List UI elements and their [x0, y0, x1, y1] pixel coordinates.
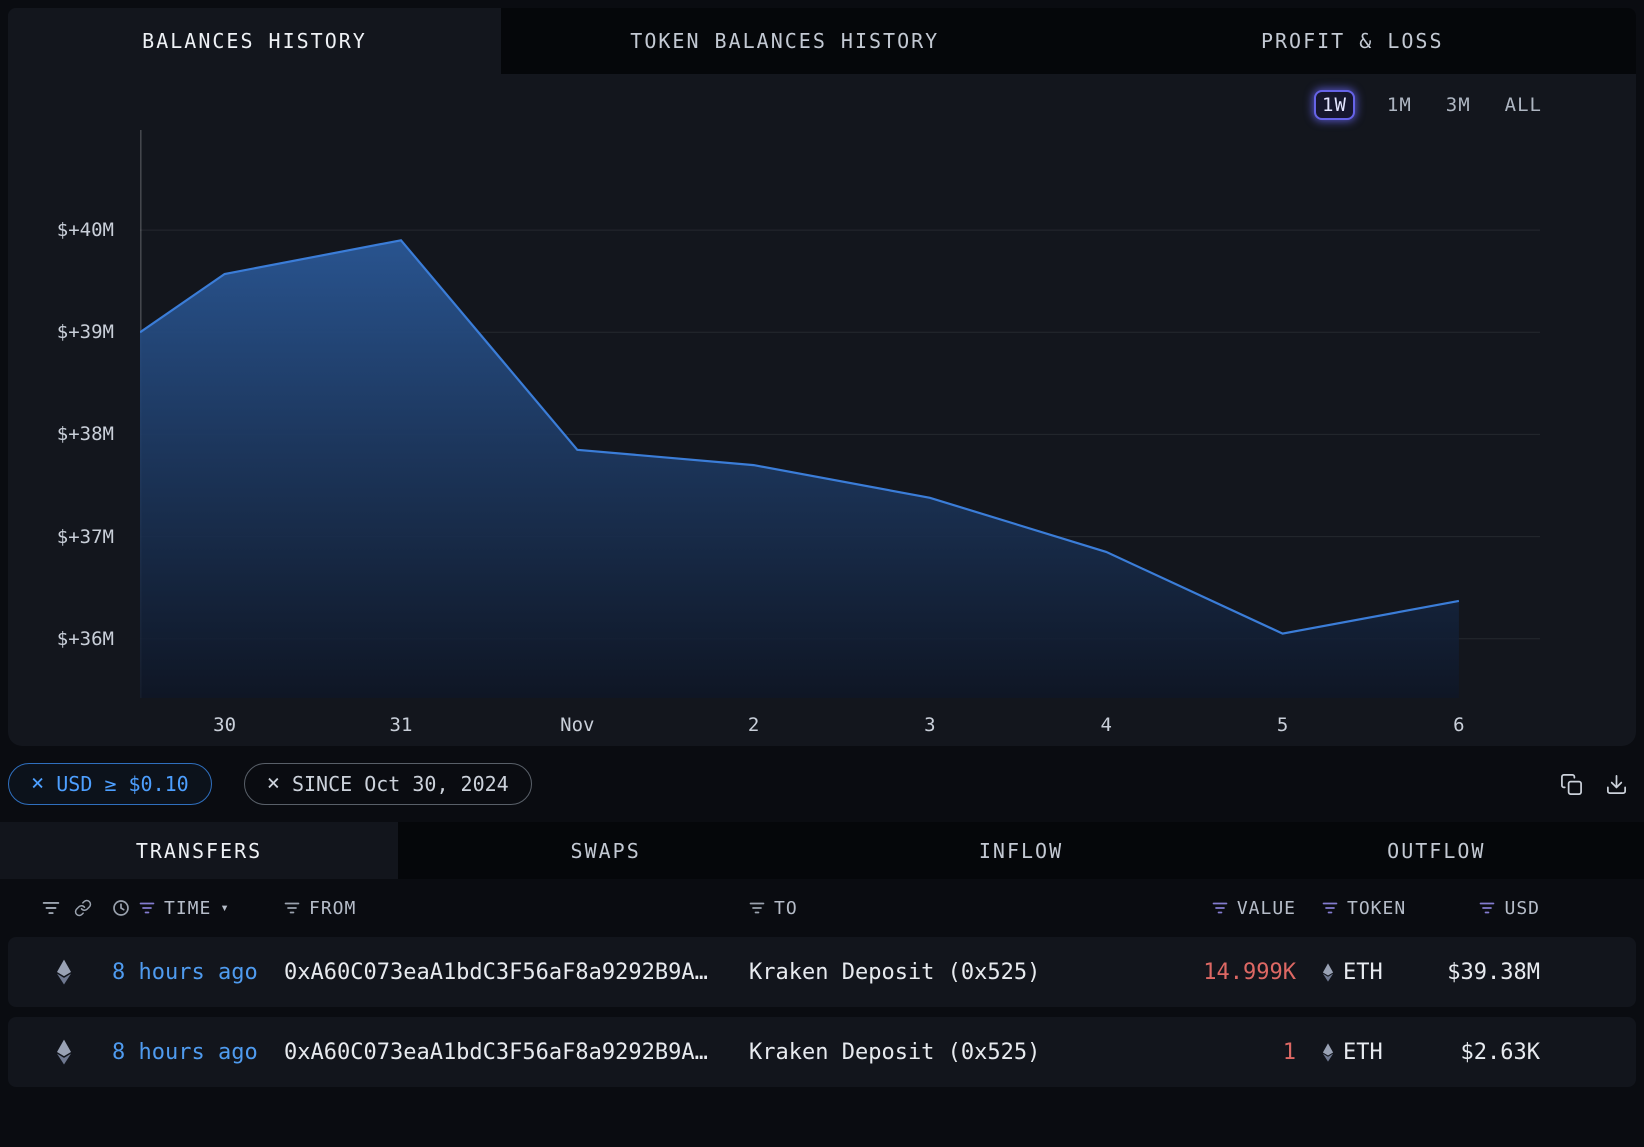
column-filter-icon[interactable] — [1322, 900, 1338, 916]
column-filter-icon[interactable] — [1479, 900, 1495, 916]
column-label: USD — [1504, 898, 1540, 919]
link-icon[interactable] — [74, 899, 92, 917]
transfer-to-entity[interactable]: Kraken Deposit (0x525) — [749, 1040, 1086, 1065]
transfer-from-address[interactable]: 0xA60C073eaA1bdC3F56aF8a9292B9A… — [284, 1040, 749, 1065]
clock-icon — [112, 899, 130, 917]
x-tick-label: Nov — [560, 714, 594, 736]
tab-balances-history[interactable]: BALANCES HISTORY — [8, 8, 501, 74]
tab-label: TOKEN BALANCES HISTORY — [630, 29, 939, 53]
tab-outflow[interactable]: OUTFLOW — [1229, 822, 1644, 879]
column-label: TIME — [164, 898, 211, 919]
tab-label: TRANSFERS — [136, 839, 262, 863]
tab-label: PROFIT & LOSS — [1261, 29, 1444, 53]
chart-tab-bar: BALANCES HISTORY TOKEN BALANCES HISTORY … — [8, 8, 1636, 74]
filter-funnel-icon[interactable] — [42, 899, 60, 917]
tab-profit-loss[interactable]: PROFIT & LOSS — [1069, 8, 1637, 74]
tab-token-balances-history[interactable]: TOKEN BALANCES HISTORY — [501, 8, 1069, 74]
transfer-value: 14.999K — [1086, 960, 1296, 985]
y-tick-label: $+40M — [57, 219, 114, 241]
range-button-3m[interactable]: 3M — [1444, 92, 1473, 118]
x-tick-label: 31 — [390, 714, 413, 736]
time-range-selector: 1W 1M 3M ALL — [8, 88, 1544, 122]
tab-label: BALANCES HISTORY — [142, 29, 367, 53]
filter-chip-since[interactable]: × SINCE Oct 30, 2024 — [244, 763, 532, 805]
transfer-value: 1 — [1086, 1040, 1296, 1065]
column-header-token[interactable]: TOKEN — [1296, 898, 1411, 919]
x-tick-label: 30 — [213, 714, 236, 736]
column-filter-icon[interactable] — [749, 900, 765, 916]
x-tick-label: 6 — [1453, 714, 1464, 736]
page: BALANCES HISTORY TOKEN BALANCES HISTORY … — [0, 8, 1644, 1087]
plot-area — [140, 130, 1540, 698]
column-filter-icon[interactable] — [1212, 900, 1228, 916]
column-filter-icon[interactable] — [139, 900, 155, 916]
transfer-token: ETH — [1296, 960, 1411, 985]
column-label: TO — [774, 898, 798, 919]
column-filter-icon[interactable] — [284, 900, 300, 916]
transfer-row[interactable]: 8 hours ago 0xA60C073eaA1bdC3F56aF8a9292… — [8, 937, 1636, 1007]
table-tab-bar: TRANSFERS SWAPS INFLOW OUTFLOW — [0, 822, 1644, 879]
copy-icon[interactable] — [1560, 773, 1583, 796]
download-icon[interactable] — [1605, 773, 1628, 796]
transfer-usd: $39.38M — [1411, 960, 1540, 985]
table-actions — [1560, 773, 1628, 796]
transfer-row[interactable]: 8 hours ago 0xA60C073eaA1bdC3F56aF8a9292… — [8, 1017, 1636, 1087]
filter-chip-usd[interactable]: × USD ≥ $0.10 — [8, 763, 212, 805]
column-label: FROM — [309, 898, 356, 919]
remove-filter-icon[interactable]: × — [267, 773, 280, 795]
column-header-usd[interactable]: USD — [1411, 898, 1540, 919]
filter-chip-label: USD ≥ $0.10 — [56, 772, 188, 796]
x-tick-label: 3 — [924, 714, 935, 736]
sort-caret-icon[interactable]: ▾ — [220, 900, 229, 916]
x-axis-labels: 30 31 Nov 2 3 4 5 6 — [140, 714, 1540, 742]
eth-icon — [56, 1039, 72, 1065]
tab-label: INFLOW — [979, 839, 1063, 863]
transfer-time-link[interactable]: 8 hours ago — [104, 1040, 284, 1065]
balance-chart-svg — [140, 130, 1540, 698]
column-label: TOKEN — [1347, 898, 1406, 919]
tab-swaps[interactable]: SWAPS — [398, 822, 813, 879]
range-button-1w[interactable]: 1W — [1314, 90, 1355, 120]
eth-icon — [1322, 963, 1334, 982]
y-axis-labels: $+40M $+39M $+38M $+37M $+36M — [8, 130, 126, 698]
tab-transfers[interactable]: TRANSFERS — [0, 822, 398, 879]
column-header-time[interactable]: TIME ▾ — [104, 898, 284, 919]
column-header-to[interactable]: TO — [749, 898, 1086, 919]
filter-bar: × USD ≥ $0.10 × SINCE Oct 30, 2024 — [8, 760, 1628, 808]
range-button-1m[interactable]: 1M — [1385, 92, 1414, 118]
column-header-value[interactable]: VALUE — [1086, 898, 1296, 919]
y-tick-label: $+38M — [57, 423, 114, 445]
transfer-to-entity[interactable]: Kraken Deposit (0x525) — [749, 960, 1086, 985]
transfer-token: ETH — [1296, 1040, 1411, 1065]
balance-chart[interactable]: $+40M $+39M $+38M $+37M $+36M 30 31 Nov 2 3 4 5 6 — [8, 130, 1636, 746]
table-header: TIME ▾ FROM TO VALUE — [8, 879, 1636, 937]
transfer-from-address[interactable]: 0xA60C073eaA1bdC3F56aF8a9292B9A… — [284, 960, 749, 985]
y-tick-label: $+37M — [57, 526, 114, 548]
tab-inflow[interactable]: INFLOW — [813, 822, 1228, 879]
eth-icon — [1322, 1043, 1334, 1062]
eth-icon — [56, 959, 72, 985]
range-button-all[interactable]: ALL — [1503, 92, 1544, 118]
x-tick-label: 5 — [1277, 714, 1288, 736]
tab-label: OUTFLOW — [1387, 839, 1485, 863]
column-header-from[interactable]: FROM — [284, 898, 749, 919]
balances-panel: BALANCES HISTORY TOKEN BALANCES HISTORY … — [8, 8, 1636, 746]
column-label: VALUE — [1237, 898, 1296, 919]
x-tick-label: 2 — [748, 714, 759, 736]
token-symbol: ETH — [1343, 960, 1383, 985]
transfers-section: TRANSFERS SWAPS INFLOW OUTFLOW — [0, 822, 1644, 1087]
token-symbol: ETH — [1343, 1040, 1383, 1065]
remove-filter-icon[interactable]: × — [31, 773, 44, 795]
transfer-time-link[interactable]: 8 hours ago — [104, 960, 284, 985]
filter-chip-label: SINCE Oct 30, 2024 — [292, 772, 509, 796]
transfer-usd: $2.63K — [1411, 1040, 1540, 1065]
x-tick-label: 4 — [1100, 714, 1111, 736]
y-tick-label: $+36M — [57, 628, 114, 650]
tab-label: SWAPS — [571, 839, 641, 863]
y-tick-label: $+39M — [57, 321, 114, 343]
